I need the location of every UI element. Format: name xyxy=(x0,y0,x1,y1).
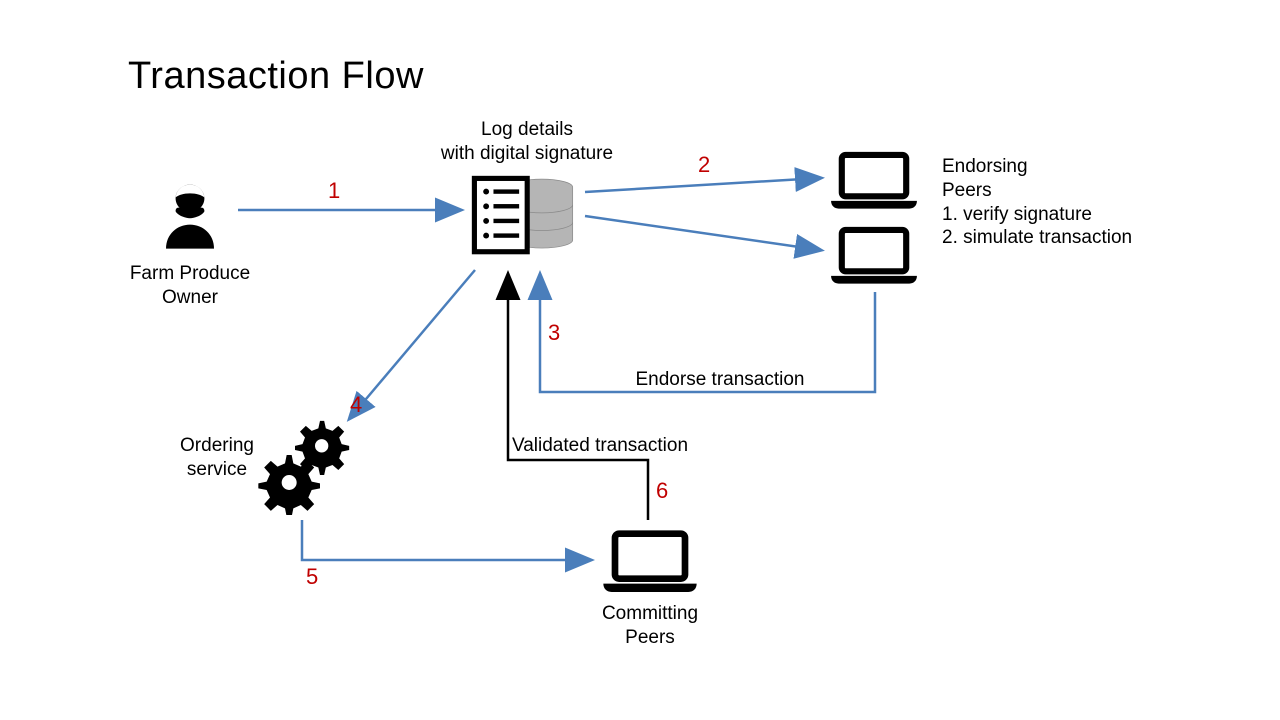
log-label: Log details with digital signature xyxy=(397,118,657,166)
committing-peers-label: Committing Peers xyxy=(590,602,710,650)
step-3: 3 xyxy=(548,320,560,346)
step-6: 6 xyxy=(656,478,668,504)
endorsing-laptop-2-icon xyxy=(828,225,920,293)
diagram-title: Transaction Flow xyxy=(128,55,424,98)
step-1: 1 xyxy=(328,178,340,204)
committing-laptop-icon xyxy=(600,528,700,602)
ledger-database-icon xyxy=(470,168,580,274)
user-icon xyxy=(150,175,230,261)
ordering-service-label: Ordering service xyxy=(172,434,262,482)
endorsing-laptop-1-icon xyxy=(828,150,920,218)
validated-edge-label: Validated transaction xyxy=(480,434,720,458)
step-5: 5 xyxy=(306,564,318,590)
farm-owner-label: Farm Produce Owner xyxy=(122,262,258,310)
step-4: 4 xyxy=(350,392,362,418)
endorsing-peers-label: Endorsing Peers 1. verify signature 2. s… xyxy=(942,155,1132,250)
gears-icon xyxy=(255,415,355,521)
endorse-edge-label: Endorse transaction xyxy=(560,368,880,392)
step-2: 2 xyxy=(698,152,710,178)
diagram-canvas: { "title": "Transaction Flow", "nodes": … xyxy=(0,0,1280,720)
